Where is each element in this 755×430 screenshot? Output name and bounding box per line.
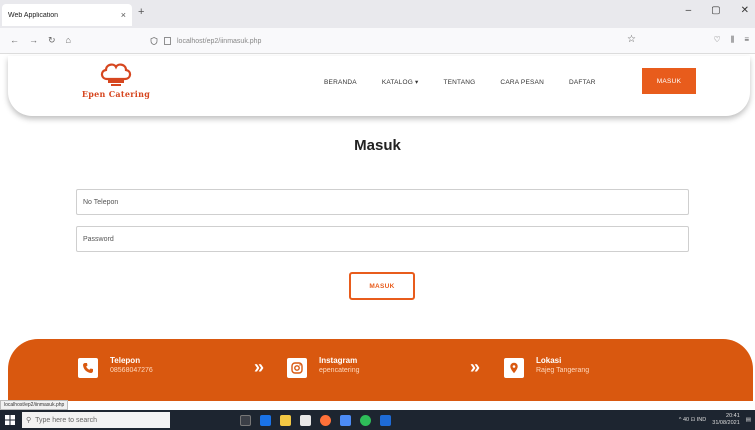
- footer-arrow-2: »: [470, 357, 480, 377]
- contact-footer: Telepon 08568047276 » Instagram epencate…: [8, 339, 753, 401]
- tab-close-icon[interactable]: ×: [121, 10, 126, 20]
- chrome-icon[interactable]: [360, 414, 371, 426]
- phone-input[interactable]: No Telepon: [76, 189, 689, 215]
- menu-item-daftar[interactable]: DAFTAR: [569, 79, 596, 86]
- notification-icon[interactable]: ▤: [746, 417, 751, 423]
- site-logo[interactable]: Epen Catering: [76, 62, 156, 110]
- phone-icon: [78, 358, 98, 378]
- clock-date: 31/08/2021: [712, 420, 740, 426]
- new-tab-icon[interactable]: +: [138, 6, 144, 18]
- status-bar-url: localhost/ep2/iinmasuk.php: [0, 400, 69, 410]
- edge-icon[interactable]: [260, 414, 271, 426]
- footer-arrow-1: »: [254, 357, 264, 377]
- library-icon[interactable]: ⫼: [731, 35, 735, 45]
- site-header: Epen Catering BERANDA KATALOG ▾ TENTANG …: [8, 56, 750, 116]
- taskbar-search-placeholder: Type here to search: [35, 416, 98, 424]
- footer-location-value: Rajeg Tangerang: [536, 367, 590, 374]
- forward-icon[interactable]: →: [29, 35, 38, 46]
- page-icon: [164, 37, 171, 45]
- menu-item-tentang[interactable]: TENTANG: [443, 79, 475, 86]
- brand-name: Epen Catering: [81, 89, 151, 99]
- chef-hat-icon: [100, 63, 132, 86]
- page-title: Masuk: [354, 137, 401, 154]
- shield-icon: [150, 37, 158, 45]
- system-tray: ^ 40 ⊡ IND 20:41 31/08/2021 ▤: [679, 413, 751, 427]
- footer-phone-value: 08568047276: [110, 367, 153, 374]
- store-icon[interactable]: [300, 414, 311, 426]
- app-icon[interactable]: [380, 414, 391, 426]
- password-input[interactable]: Password: [76, 226, 689, 252]
- browser-toolbar: ← → ↻ ⌂ localhost/ep2/iinmasuk.php ☆ ♡ ⫼…: [0, 28, 755, 54]
- main-menu: BERANDA KATALOG ▾ TENTANG CARA PESAN DAF…: [324, 68, 696, 94]
- menu-item-beranda[interactable]: BERANDA: [324, 79, 357, 86]
- footer-location-label: Lokasi: [536, 356, 562, 365]
- pocket-icon[interactable]: ♡: [713, 35, 720, 45]
- footer-instagram-value: epencatering: [319, 367, 360, 374]
- footer-phone[interactable]: Telepon 08568047276: [78, 356, 153, 378]
- menu-item-cara-pesan[interactable]: CARA PESAN: [500, 79, 544, 86]
- tab-title: Web Application: [8, 11, 59, 19]
- footer-instagram-label: Instagram: [319, 356, 358, 365]
- browser-tab-strip: Web Application × + – ▢ ✕: [0, 0, 755, 28]
- tray-icons[interactable]: ^ 40 ⊡ IND: [679, 417, 706, 423]
- windows-logo-icon: [5, 415, 15, 425]
- window-controls: – ▢ ✕: [686, 5, 749, 16]
- windows-taskbar: ⚲ Type here to search ^ 40 ⊡ IND 20:41 3…: [0, 410, 755, 430]
- search-icon: ⚲: [26, 417, 32, 424]
- start-button[interactable]: [0, 410, 20, 430]
- menu-icon[interactable]: ≡: [744, 35, 749, 45]
- clock[interactable]: 20:41 31/08/2021: [712, 413, 740, 427]
- toolbar-icons: ♡ ⫼ ≡: [713, 35, 749, 45]
- page-content: Epen Catering BERANDA KATALOG ▾ TENTANG …: [0, 54, 755, 376]
- menu-item-katalog[interactable]: KATALOG ▾: [382, 78, 419, 86]
- url-text: localhost/ep2/iinmasuk.php: [177, 37, 262, 45]
- home-icon[interactable]: ⌂: [66, 35, 71, 46]
- footer-phone-label: Telepon: [110, 356, 141, 365]
- location-icon: [504, 358, 524, 378]
- file-explorer-icon[interactable]: [280, 414, 291, 426]
- minimize-icon[interactable]: –: [686, 5, 692, 16]
- bookmark-star-icon[interactable]: ☆: [627, 34, 636, 45]
- nav-buttons: ← → ↻ ⌂: [0, 35, 150, 46]
- login-submit-button[interactable]: MASUK: [349, 272, 415, 300]
- reload-icon[interactable]: ↻: [48, 35, 56, 46]
- browser-tab[interactable]: Web Application ×: [2, 4, 132, 26]
- code-editor-icon[interactable]: [340, 414, 351, 426]
- back-icon[interactable]: ←: [10, 35, 19, 46]
- footer-location[interactable]: Lokasi Rajeg Tangerang: [504, 356, 589, 378]
- task-view-icon[interactable]: [240, 414, 251, 426]
- login-nav-button[interactable]: MASUK: [642, 68, 696, 94]
- footer-instagram[interactable]: Instagram epencatering: [287, 356, 359, 378]
- address-bar[interactable]: localhost/ep2/iinmasuk.php: [150, 32, 650, 50]
- clock-time: 20:41: [726, 413, 740, 419]
- taskbar-search[interactable]: ⚲ Type here to search: [22, 412, 170, 428]
- instagram-icon: [287, 358, 307, 378]
- maximize-icon[interactable]: ▢: [711, 5, 720, 16]
- close-window-icon[interactable]: ✕: [741, 5, 749, 16]
- taskbar-apps: [240, 414, 391, 426]
- firefox-icon[interactable]: [320, 414, 331, 426]
